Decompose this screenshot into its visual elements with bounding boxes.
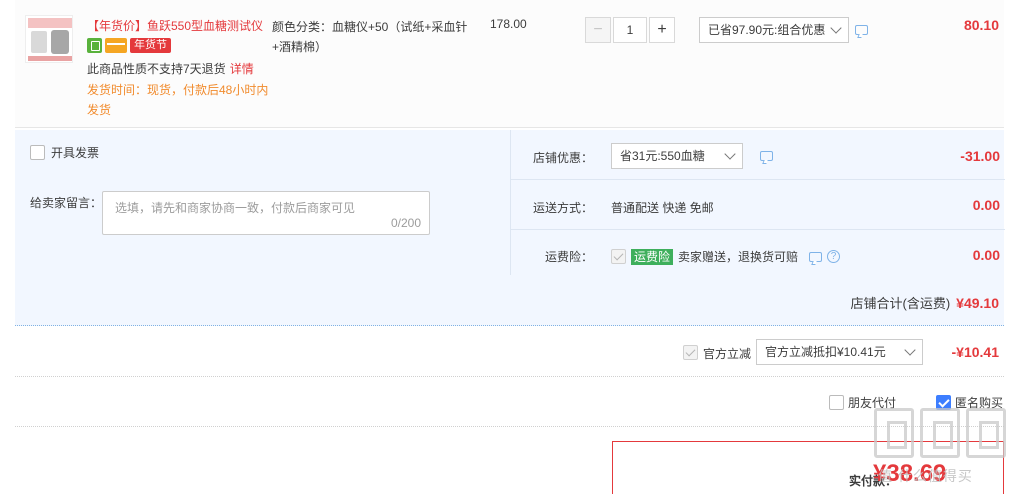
payment-options-row: 朋友代付 匿名购买: [15, 380, 1004, 424]
promo-select-value: 已省97.90元:组合优惠: [708, 23, 826, 37]
official-discount-select-value: 官方立减抵扣¥10.41元: [765, 345, 886, 359]
no-return-text: 此商品性质不支持7天退货: [87, 62, 226, 76]
shipping-row: 运送方式： 0.00: [511, 180, 1005, 230]
shop-discount-select[interactable]: 省31元:550血糖: [611, 143, 743, 169]
thumb-footer: [28, 56, 72, 61]
official-discount-checkbox: [683, 345, 698, 360]
divider: [15, 426, 1004, 427]
shop-discount-row: 店铺优惠： 省31元:550血糖 -31.00: [511, 130, 1005, 180]
service-badge-icon[interactable]: [87, 37, 102, 53]
product-title-link[interactable]: 【年货价】鱼跃550型血糖测试仪: [87, 17, 267, 34]
product-thumbnail[interactable]: [25, 15, 73, 63]
insurance-badge: 运费险: [631, 248, 674, 265]
help-icon[interactable]: ?: [827, 250, 841, 263]
shipping-label: 运送方式：: [532, 201, 593, 215]
message-label: 给卖家留言：: [30, 196, 103, 210]
anonymous-purchase-label: 匿名购买: [955, 396, 1004, 410]
shop-section: 开具发票 给卖家留言： 选填，请先和商家协商一致，付款后商家可见 0/200 店…: [15, 130, 1005, 326]
chevron-down-icon: [724, 148, 736, 160]
official-discount-select[interactable]: 官方立减抵扣¥10.41元: [756, 339, 923, 365]
insurance-value: 0.00: [972, 247, 1000, 263]
insurance-checkbox: [611, 249, 626, 264]
product-badges: 年货节: [87, 37, 171, 53]
thumb-meter-device: [51, 30, 69, 54]
insurance-detail: 运费险 卖家赠送，退换货可赔 ?: [611, 248, 841, 265]
payment-summary-box: 实付款： ¥38.69: [612, 441, 1004, 494]
friend-pay-label: 朋友代付: [848, 396, 897, 410]
anonymous-purchase-checkbox[interactable]: [936, 395, 951, 410]
invoice-option[interactable]: 开具发票: [30, 144, 99, 161]
friend-pay-option[interactable]: 朋友代付: [829, 394, 896, 411]
shop-total: 店铺合计(含运费) ¥49.10: [851, 293, 1000, 312]
ship-time-text: 发货时间：现货，付款后48小时内发货: [87, 83, 269, 117]
official-discount-value: -¥10.41: [951, 344, 999, 360]
shop-right-pane: 店铺优惠： 省31元:550血糖 -31.00 运送方式： 0.00 运费险： …: [510, 130, 1005, 275]
chevron-down-icon: [830, 22, 842, 34]
no-return-detail-link[interactable]: 详情: [230, 62, 254, 76]
shop-total-label: 店铺合计(含运费): [850, 296, 951, 311]
quantity-stepper: − 1 +: [585, 17, 675, 43]
message-counter: 0/200: [390, 216, 421, 230]
divider: [15, 376, 1004, 377]
message-icon[interactable]: [809, 251, 823, 262]
thumb-strip-box: [31, 31, 47, 53]
official-discount-row: 官方立减 官方立减抵扣¥10.41元 -¥10.41: [15, 330, 1004, 375]
insurance-text: 卖家赠送，退换货可赔: [678, 250, 799, 264]
official-discount-label: 官方立减: [703, 347, 752, 361]
shop-total-value: ¥49.10: [956, 295, 999, 311]
line-total: 80.10: [963, 17, 999, 33]
festival-badge[interactable]: 年货节: [130, 37, 171, 53]
unit-price: 178.00: [490, 17, 527, 31]
shipping-method: 普通配送 快递 免邮: [611, 201, 714, 215]
credit-card-badge-icon[interactable]: [105, 37, 127, 53]
chevron-down-icon: [904, 344, 916, 356]
message-icon[interactable]: [760, 151, 773, 161]
anonymous-purchase-option[interactable]: 匿名购买: [936, 394, 1003, 411]
message-icon[interactable]: [855, 25, 868, 35]
friend-pay-checkbox[interactable]: [829, 395, 844, 410]
shop-discount-label: 店铺优惠：: [532, 151, 593, 165]
shipping-value: 0.00: [972, 197, 1000, 213]
promo-select[interactable]: 已省97.90元:组合优惠: [699, 17, 849, 43]
quantity-plus-button[interactable]: +: [649, 17, 675, 43]
shop-discount-value: -31.00: [960, 148, 1000, 164]
product-row: 【年货价】鱼跃550型血糖测试仪 年货节 此商品性质不支持7天退货 详情 发货时间…: [15, 0, 1004, 128]
thumb-banner: [28, 18, 72, 28]
quantity-input[interactable]: 1: [613, 17, 647, 43]
message-textarea[interactable]: 选填，请先和商家协商一致，付款后商家可见 0/200: [102, 191, 430, 235]
message-placeholder: 选填，请先和商家协商一致，付款后商家可见: [115, 201, 356, 215]
shop-discount-select-value: 省31元:550血糖: [620, 149, 705, 163]
insurance-label: 运费险：: [544, 250, 593, 264]
no-return-notice: 此商品性质不支持7天退货 详情: [87, 60, 254, 77]
pay-amount: ¥38.69: [873, 460, 947, 487]
quantity-minus-button[interactable]: −: [585, 17, 611, 43]
sku-info: 颜色分类：血糖仪+50（试纸+采血针+酒精棉）: [272, 20, 468, 54]
invoice-checkbox[interactable]: [30, 145, 45, 160]
invoice-label: 开具发票: [51, 146, 100, 160]
shop-left-pane: 开具发票 给卖家留言： 选填，请先和商家协商一致，付款后商家可见 0/200: [15, 130, 510, 275]
